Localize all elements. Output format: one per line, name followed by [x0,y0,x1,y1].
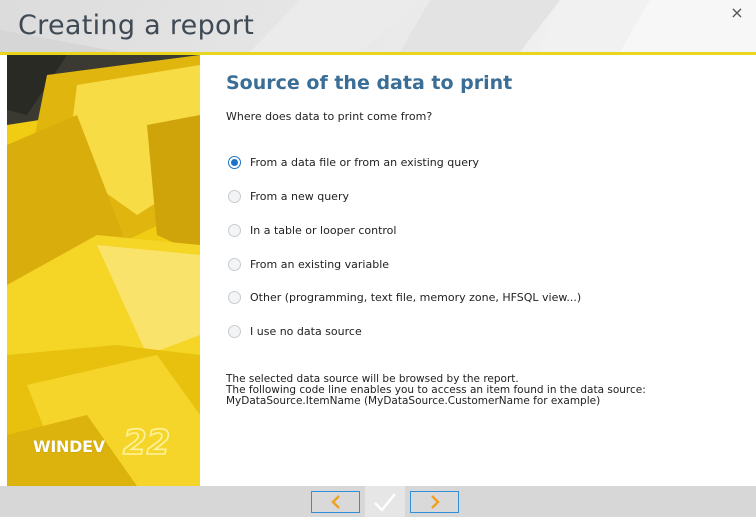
option-label: From a new query [250,189,349,203]
side-art-decoration [7,55,200,486]
chevron-left-icon [330,495,340,509]
option-label: I use no data source [250,324,362,338]
option-existing-variable[interactable]: From an existing variable [228,255,389,273]
report-wizard-window: Creating a report × WINDEV 22 Source of … [0,0,756,517]
wizard-header: Creating a report × [0,0,756,52]
section-title: Source of the data to print [226,72,513,94]
question-label: Where does data to print come from? [226,110,433,123]
wizard-title: Creating a report [18,10,255,41]
finish-button[interactable] [365,486,405,517]
radio-button[interactable] [228,189,241,203]
windev-logo: WINDEV 22 [33,422,183,467]
wizard-footer [0,486,756,517]
radio-button[interactable] [228,257,241,271]
checkmark-icon [374,492,396,512]
option-table-control[interactable]: In a table or looper control [228,221,396,239]
option-label: In a table or looper control [250,223,397,237]
option-new-query[interactable]: From a new query [228,187,349,205]
option-label: From an existing variable [250,257,390,271]
chevron-right-icon [430,495,440,509]
logo-version: 22 [122,422,171,464]
radio-button[interactable] [228,324,241,338]
logo-brand: WINDEV [33,437,105,456]
option-data-file[interactable]: From a data file or from an existing que… [228,153,479,171]
option-other[interactable]: Other (programming, text file, memory zo… [228,288,581,306]
radio-button[interactable] [228,290,241,304]
option-label: Other (programming, text file, memory zo… [250,290,582,304]
close-icon[interactable]: × [726,2,748,24]
wizard-side-art: WINDEV 22 [7,55,200,486]
radio-button[interactable] [228,155,241,169]
info-note: The selected data source will be browsed… [226,374,646,407]
wizard-content: Source of the data to print Where does d… [226,70,746,407]
option-label: From a data file or from an existing que… [250,155,480,169]
radio-button[interactable] [228,223,241,237]
option-no-data-source[interactable]: I use no data source [228,322,362,340]
back-button[interactable] [311,491,360,513]
note-line: MyDataSource.ItemName (MyDataSource.Cust… [226,395,601,407]
next-button[interactable] [410,491,459,513]
